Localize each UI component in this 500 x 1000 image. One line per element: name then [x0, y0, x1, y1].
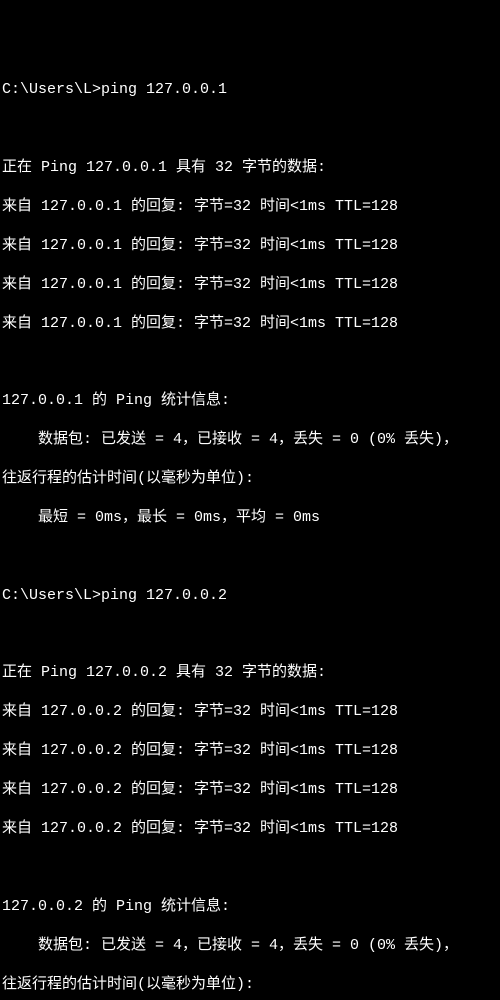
prompt: C:\Users\L>	[2, 81, 101, 98]
ping-reply: 来自 127.0.0.2 的回复: 字节=32 时间<1ms TTL=128	[2, 780, 498, 800]
ping-reply: 来自 127.0.0.1 的回复: 字节=32 时间<1ms TTL=128	[2, 197, 498, 217]
stats-header: 127.0.0.2 的 Ping 统计信息:	[2, 897, 498, 917]
blank-line	[2, 547, 498, 566]
ping-reply: 来自 127.0.0.1 的回复: 字节=32 时间<1ms TTL=128	[2, 314, 498, 334]
blank-line	[2, 858, 498, 877]
prompt: C:\Users\L>	[2, 587, 101, 604]
ping-reply: 来自 127.0.0.2 的回复: 字节=32 时间<1ms TTL=128	[2, 702, 498, 722]
blank-line	[2, 119, 498, 138]
stats-packets: 数据包: 已发送 = 4，已接收 = 4，丢失 = 0 (0% 丢失)，	[2, 430, 498, 450]
blank-line	[2, 625, 498, 644]
ping-header: 正在 Ping 127.0.0.1 具有 32 字节的数据:	[2, 158, 498, 178]
stats-packets: 数据包: 已发送 = 4，已接收 = 4，丢失 = 0 (0% 丢失)，	[2, 936, 498, 956]
terminal-window[interactable]: C:\Users\L>ping 127.0.0.1 正在 Ping 127.0.…	[2, 80, 498, 1000]
ping-reply: 来自 127.0.0.1 的回复: 字节=32 时间<1ms TTL=128	[2, 236, 498, 256]
ping-reply: 来自 127.0.0.2 的回复: 字节=32 时间<1ms TTL=128	[2, 741, 498, 761]
blank-line	[2, 353, 498, 372]
stats-rtt-header: 往返行程的估计时间(以毫秒为单位):	[2, 469, 498, 489]
command-text: ping 127.0.0.2	[101, 587, 227, 604]
command-line: C:\Users\L>ping 127.0.0.2	[2, 586, 498, 606]
command-line: C:\Users\L>ping 127.0.0.1	[2, 80, 498, 100]
ping-reply: 来自 127.0.0.2 的回复: 字节=32 时间<1ms TTL=128	[2, 819, 498, 839]
ping-header: 正在 Ping 127.0.0.2 具有 32 字节的数据:	[2, 663, 498, 683]
command-text: ping 127.0.0.1	[101, 81, 227, 98]
stats-rtt-header: 往返行程的估计时间(以毫秒为单位):	[2, 975, 498, 995]
stats-rtt: 最短 = 0ms，最长 = 0ms，平均 = 0ms	[2, 508, 498, 528]
ping-reply: 来自 127.0.0.1 的回复: 字节=32 时间<1ms TTL=128	[2, 275, 498, 295]
stats-header: 127.0.0.1 的 Ping 统计信息:	[2, 391, 498, 411]
